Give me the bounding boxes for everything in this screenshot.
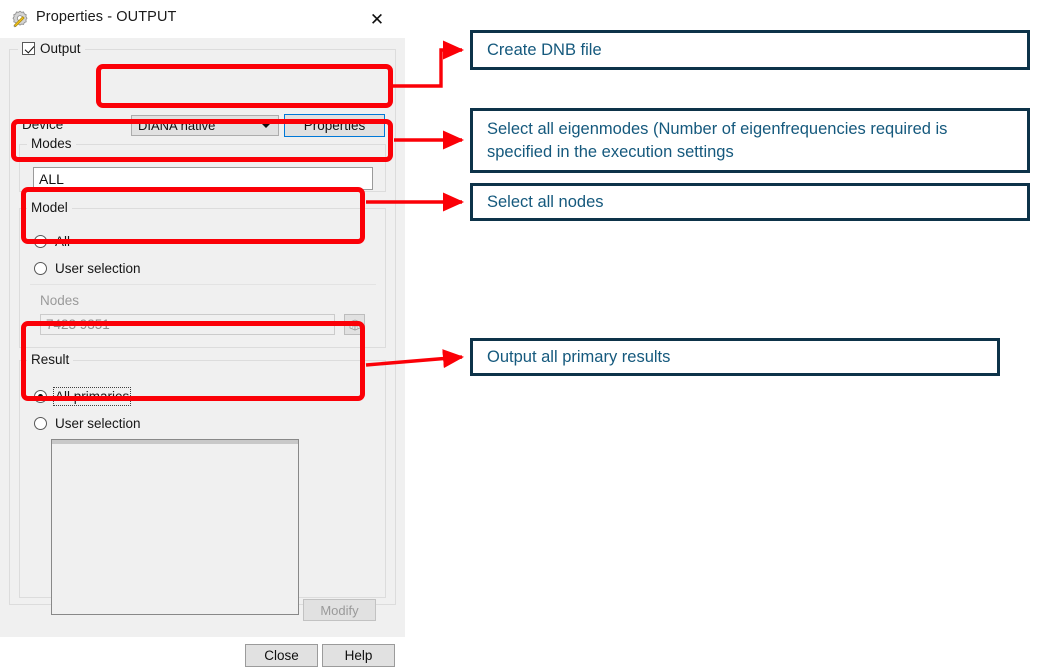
listbox-header-strip [52,440,298,444]
model-group-legend: Model [27,200,72,215]
model-radio-user-selection[interactable]: User selection [34,261,141,276]
dialog-client-area: Output Device DIANA native Properties Mo… [0,38,405,667]
dialog-titlebar: Properties - OUTPUT ✕ [0,0,405,38]
model-radio-all[interactable]: All [34,234,70,249]
nodes-input[interactable]: 7423 9351 [40,314,335,335]
model-radio-user-label: User selection [55,261,141,276]
nodes-label: Nodes [40,293,80,308]
device-properties-button[interactable]: Properties [284,114,385,137]
device-select-value: DIANA native [138,118,216,133]
node-picker-grid-icon[interactable] [344,314,365,335]
output-checkbox[interactable] [22,42,35,55]
callout-text: Create DNB file [487,40,602,59]
output-checkbox-label: Output [40,41,81,56]
close-button[interactable]: Close [245,644,318,667]
properties-gear-pencil-icon [10,9,30,29]
help-button[interactable]: Help [322,644,395,667]
output-group-legend: Output [18,41,85,56]
modify-button[interactable]: Modify [303,599,376,621]
device-label: Device [22,117,64,132]
radio-indicator [34,390,47,403]
result-listbox[interactable] [51,439,299,615]
model-radio-all-label: All [55,234,71,249]
callout-create-dnb-file: Create DNB file [470,30,1030,70]
close-icon[interactable]: ✕ [358,6,396,32]
properties-output-dialog: Properties - OUTPUT ✕ Output Device DIAN… [0,0,405,667]
modes-group-legend: Modes [27,136,76,151]
chevron-down-icon [262,123,270,128]
nodes-divider [30,284,376,285]
callout-text: Output all primary results [487,347,671,366]
result-group-legend: Result [27,352,74,367]
modes-input[interactable]: ALL [33,167,373,190]
dialog-title: Properties - OUTPUT [36,9,177,25]
radio-indicator [34,262,47,275]
radio-indicator [34,235,47,248]
device-select[interactable]: DIANA native [131,115,279,136]
callout-output-all-primary-results: Output all primary results [470,338,1000,376]
result-radio-all-label: All primaries [52,387,132,406]
result-radio-all-primaries[interactable]: All primaries [34,387,132,406]
callout-text: Select all eigenmodes (Number of eigenfr… [487,120,948,161]
callout-text: Select all nodes [487,192,604,211]
result-radio-user-selection[interactable]: User selection [34,416,141,431]
result-radio-user-label: User selection [55,416,141,431]
callout-select-all-eigenmodes: Select all eigenmodes (Number of eigenfr… [470,108,1030,173]
callout-select-all-nodes: Select all nodes [470,183,1030,221]
radio-indicator [34,417,47,430]
